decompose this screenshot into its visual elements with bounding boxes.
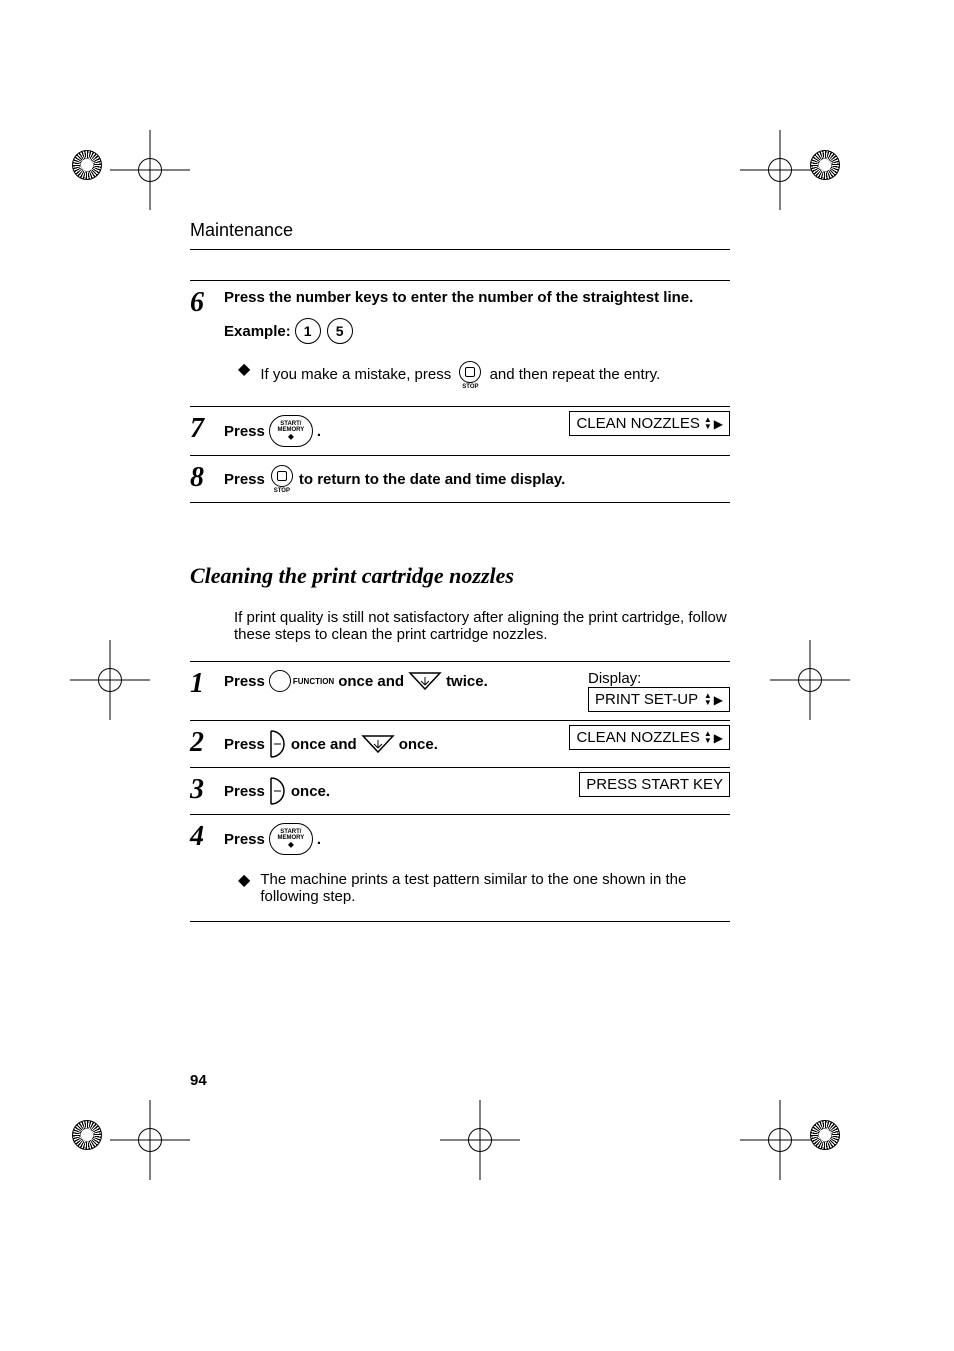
right-nav-key-icon — [269, 729, 287, 759]
start-memory-key-icon: START/MEMORY⬥ — [269, 415, 313, 447]
step-7: 7 CLEAN NOZZLES ▲▼▶ Press START/MEMORY⬥ … — [190, 415, 730, 447]
subsection-title: Cleaning the print cartridge nozzles — [190, 563, 730, 589]
down-nav-key-icon — [361, 734, 395, 754]
divider — [190, 767, 730, 768]
page-content: Maintenance 6 Press the number keys to e… — [190, 220, 730, 930]
function-key-icon: FUNCTION — [269, 670, 334, 692]
divider — [190, 455, 730, 456]
step-number: 8 — [190, 464, 224, 492]
page-number: 94 — [190, 1072, 207, 1089]
step-number: 6 — [190, 289, 224, 317]
clean-step-4: 4 Press START/MEMORY⬥ . ◆ The machine pr… — [190, 823, 730, 913]
step-note: ◆ The machine prints a test pattern simi… — [224, 871, 730, 905]
step-number: 7 — [190, 415, 224, 443]
step-number: 1 — [190, 670, 224, 698]
registration-gear-icon — [810, 150, 840, 180]
step-8: 8 Press STOP to return to the date and t… — [190, 464, 730, 494]
example-label: Example: — [224, 323, 291, 340]
step-instruction: Press the number keys to enter the numbe… — [224, 289, 730, 306]
crop-mark-icon — [110, 130, 190, 210]
numkey-1-icon: 1 — [295, 318, 321, 344]
crop-mark-icon — [740, 1100, 820, 1180]
divider — [190, 249, 730, 250]
stop-key-icon: STOP — [457, 360, 483, 390]
right-nav-key-icon — [269, 776, 287, 806]
divider — [190, 814, 730, 815]
crop-mark-icon — [70, 640, 150, 720]
numkey-5-icon: 5 — [327, 318, 353, 344]
crop-mark-icon — [740, 130, 820, 210]
crop-mark-icon — [110, 1100, 190, 1180]
down-nav-key-icon — [408, 671, 442, 691]
divider — [190, 720, 730, 721]
step-number: 4 — [190, 823, 224, 851]
step-number: 3 — [190, 776, 224, 804]
lcd-display: CLEAN NOZZLES ▲▼▶ — [569, 411, 730, 436]
crop-mark-icon — [440, 1100, 520, 1180]
start-memory-key-icon: START/MEMORY⬥ — [269, 823, 313, 855]
divider — [190, 406, 730, 407]
step-note: ◆ If you make a mistake, press STOP and … — [224, 360, 730, 390]
display-label: Display: — [588, 670, 730, 687]
registration-gear-icon — [72, 1120, 102, 1150]
divider — [190, 502, 730, 503]
divider — [190, 661, 730, 662]
step-6: 6 Press the number keys to enter the num… — [190, 289, 730, 398]
registration-gear-icon — [810, 1120, 840, 1150]
registration-gear-icon — [72, 150, 102, 180]
clean-step-1: 1 Display: PRINT SET-UP ▲▼▶ Press FUNCTI… — [190, 670, 730, 712]
clean-step-3: 3 PRESS START KEY Press once. — [190, 776, 730, 806]
step-number: 2 — [190, 729, 224, 757]
divider — [190, 280, 730, 281]
stop-key-icon: STOP — [269, 464, 295, 494]
lcd-display: CLEAN NOZZLES ▲▼▶ — [569, 725, 730, 750]
section-header: Maintenance — [190, 220, 730, 241]
lcd-display: PRINT SET-UP ▲▼▶ — [588, 687, 730, 712]
intro-paragraph: If print quality is still not satisfacto… — [234, 609, 730, 643]
divider — [190, 921, 730, 922]
clean-step-2: 2 CLEAN NOZZLES ▲▼▶ Press once and once. — [190, 729, 730, 759]
lcd-display: PRESS START KEY — [579, 772, 730, 797]
crop-mark-icon — [770, 640, 850, 720]
